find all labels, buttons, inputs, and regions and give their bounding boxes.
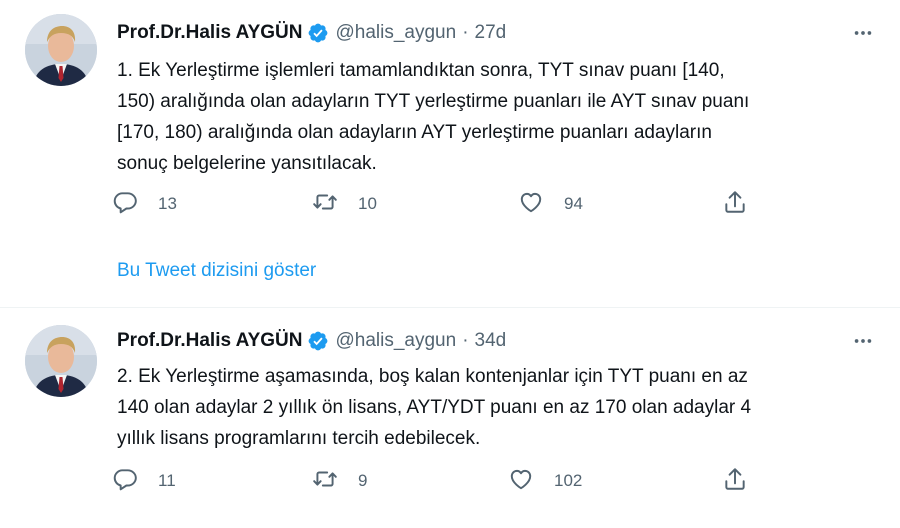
tweet-text-line: [170, 180) aralığında olan adayların AYT… (117, 122, 712, 143)
tweet-actions: 13 10 94 (112, 188, 772, 220)
like-button[interactable]: 94 (518, 188, 583, 220)
more-options-icon[interactable] (848, 328, 878, 354)
reply-icon (112, 466, 138, 497)
timestamp[interactable]: 27d (475, 22, 507, 44)
retweet-icon (312, 466, 338, 497)
tweet-actions: 11 9 102 (112, 465, 772, 497)
reply-button[interactable]: 13 (112, 188, 177, 220)
share-icon (722, 189, 748, 220)
retweet-button[interactable]: 9 (312, 465, 367, 497)
tweet-text: 1. Ek Yerleştirme işlemleri tamamlandıkt… (117, 55, 857, 179)
tweet-header: Prof.Dr.Halis AYGÜN @halis_aygun · 27d (117, 20, 506, 46)
share-button[interactable] (722, 465, 748, 497)
more-options-icon[interactable] (848, 20, 878, 46)
share-button[interactable] (722, 188, 748, 220)
tweet-text-line: 150) aralığında olan adayların TYT yerle… (117, 91, 750, 112)
tweet-text-line: yıllık lisans programlarını tercih edebi… (117, 428, 481, 449)
like-icon (508, 466, 534, 497)
like-button[interactable]: 102 (508, 465, 582, 497)
show-thread-link[interactable]: Bu Tweet dizisini göster (117, 260, 316, 282)
author-handle[interactable]: @halis_aygun (335, 22, 456, 44)
like-count: 94 (564, 194, 583, 213)
verified-badge-icon (307, 22, 329, 44)
retweet-icon (312, 189, 338, 220)
like-count: 102 (554, 471, 583, 490)
author-avatar[interactable] (25, 325, 97, 397)
separator: · (462, 22, 469, 43)
timestamp[interactable]: 34d (475, 330, 507, 352)
retweet-button[interactable]: 10 (312, 188, 377, 220)
share-icon (722, 466, 748, 497)
tweet-text-line: sonuç belgelerine yansıtılacak. (117, 153, 377, 174)
verified-badge-icon (307, 330, 329, 352)
retweet-count: 9 (358, 471, 368, 490)
reply-count: 13 (158, 194, 177, 213)
reply-count: 11 (158, 471, 176, 490)
reply-icon (112, 189, 138, 220)
like-icon (518, 189, 544, 220)
tweet-1[interactable]: Prof.Dr.Halis AYGÜN @halis_aygun · 27d 1… (0, 0, 900, 308)
reply-button[interactable]: 11 (112, 465, 176, 497)
author-avatar[interactable] (25, 14, 97, 86)
author-handle[interactable]: @halis_aygun (335, 330, 456, 352)
separator: · (462, 330, 469, 351)
tweet-text: 2. Ek Yerleştirme aşamasında, boş kalan … (117, 361, 857, 454)
tweet-text-line: 140 olan adaylar 2 yıllık ön lisans, AYT… (117, 397, 752, 418)
tweet-text-line: 2. Ek Yerleştirme aşamasında, boş kalan … (117, 366, 748, 387)
retweet-count: 10 (358, 194, 377, 213)
tweet-header: Prof.Dr.Halis AYGÜN @halis_aygun · 34d (117, 328, 506, 354)
author-name[interactable]: Prof.Dr.Halis AYGÜN (117, 330, 302, 352)
author-name[interactable]: Prof.Dr.Halis AYGÜN (117, 22, 302, 44)
tweet-text-line: 1. Ek Yerleştirme işlemleri tamamlandıkt… (117, 60, 725, 81)
tweet-2[interactable]: Prof.Dr.Halis AYGÜN @halis_aygun · 34d 2… (0, 309, 900, 528)
